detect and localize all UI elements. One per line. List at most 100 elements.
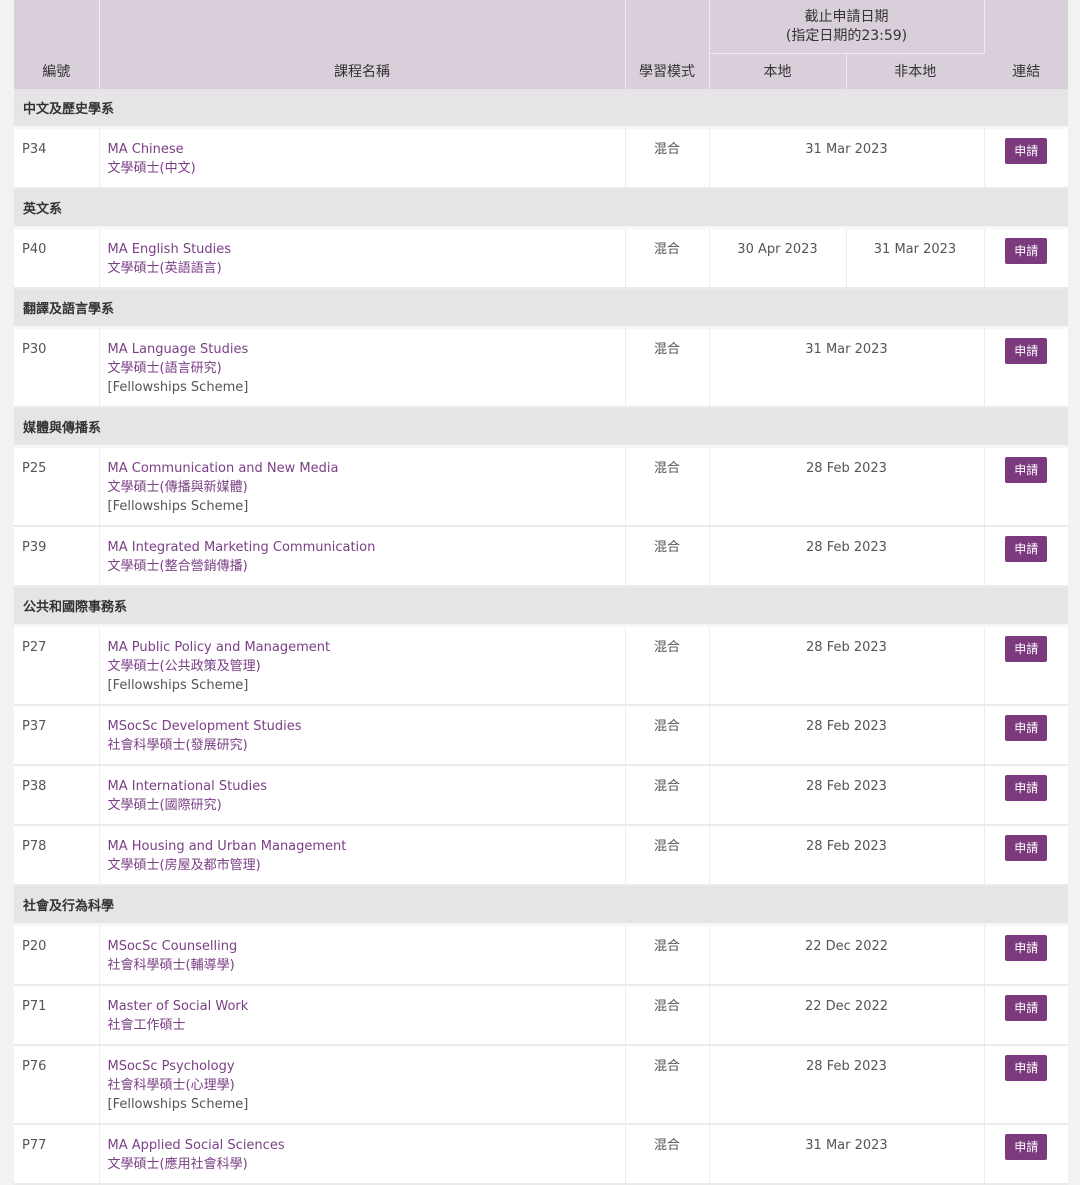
header-deadline-line1: 截止申請日期 bbox=[804, 9, 889, 25]
table-row: P77 MA Applied Social Sciences 文學碩士(應用社會科學… bbox=[14, 1124, 1068, 1185]
link-cell: 申請 bbox=[984, 1124, 1068, 1185]
study-mode: 混合 bbox=[625, 1045, 710, 1125]
apply-button[interactable]: 申請 bbox=[1005, 536, 1048, 562]
apply-button[interactable]: 申請 bbox=[1005, 138, 1048, 164]
department-row: 翻譯及語言學系 bbox=[14, 288, 1068, 329]
course-code: P27 bbox=[14, 625, 100, 706]
course-name-en: MA Housing and Urban Management bbox=[107, 839, 347, 854]
course-name-zh: 文學碩士(應用社會科學) bbox=[107, 1157, 248, 1172]
table-row: P34 MA Chinese 文學碩士(中文) 混合 31 Mar 2023 申請 bbox=[14, 127, 1068, 189]
deadline-date: 28 Feb 2023 bbox=[709, 1045, 985, 1125]
course-note: [Fellowships Scheme] bbox=[107, 499, 249, 514]
apply-button[interactable]: 申請 bbox=[1005, 338, 1048, 364]
apply-button[interactable]: 申請 bbox=[1005, 935, 1048, 961]
table-row: P39 MA Integrated Marketing Communication… bbox=[14, 526, 1068, 587]
course-name-en: MSocSc Counselling bbox=[107, 939, 238, 954]
apply-button[interactable]: 申請 bbox=[1005, 775, 1048, 801]
course-name-en: MA English Studies bbox=[107, 242, 232, 257]
department-name: 英文系 bbox=[14, 188, 1068, 229]
course-name-en: MA International Studies bbox=[107, 779, 268, 794]
department-name: 翻譯及語言學系 bbox=[14, 288, 1068, 329]
course-note: [Fellowships Scheme] bbox=[107, 380, 249, 395]
link-cell: 申請 bbox=[984, 765, 1068, 826]
study-mode: 混合 bbox=[625, 765, 710, 826]
link-cell: 申請 bbox=[984, 924, 1068, 986]
study-mode: 混合 bbox=[625, 227, 710, 289]
course-code: P38 bbox=[14, 765, 100, 826]
table-row: P37 MSocSc Development Studies 社會科學碩士(發展研究… bbox=[14, 705, 1068, 766]
study-mode: 混合 bbox=[625, 127, 710, 189]
apply-button[interactable]: 申請 bbox=[1005, 715, 1048, 741]
course-code: P37 bbox=[14, 705, 100, 766]
course-code: P20 bbox=[14, 924, 100, 986]
course-name-en: MA Integrated Marketing Communication bbox=[107, 540, 376, 555]
course-name-cell: MA Applied Social Sciences 文學碩士(應用社會科學) bbox=[99, 1124, 626, 1185]
deadline-date: 28 Feb 2023 bbox=[709, 825, 985, 886]
table-row: P30 MA Language Studies 文學碩士(語言研究) [Fellows… bbox=[14, 327, 1068, 408]
study-mode: 混合 bbox=[625, 1124, 710, 1185]
department-name: 中文及歷史學系 bbox=[14, 89, 1068, 129]
link-cell: 申請 bbox=[984, 1045, 1068, 1125]
course-code: P40 bbox=[14, 227, 100, 289]
department-name: 媒體與傳播系 bbox=[14, 407, 1068, 448]
course-name-en: MA Chinese bbox=[107, 142, 184, 157]
link-cell: 申請 bbox=[984, 127, 1068, 189]
apply-button[interactable]: 申請 bbox=[1005, 1055, 1048, 1081]
table-header: 編號 課程名稱 學習模式 截止申請日期 (指定日期的23:59) 連結 本地 非… bbox=[14, 0, 1068, 89]
department-row: 媒體與傳播系 bbox=[14, 407, 1068, 448]
course-name-zh: 文學碩士(語言研究) bbox=[107, 361, 222, 376]
deadline-date: 28 Feb 2023 bbox=[709, 526, 985, 587]
apply-button[interactable]: 申請 bbox=[1005, 835, 1048, 861]
course-name-zh: 社會科學碩士(發展研究) bbox=[107, 738, 248, 753]
course-name-zh: 文學碩士(中文) bbox=[107, 161, 196, 176]
study-mode: 混合 bbox=[625, 526, 710, 587]
course-name-en: MA Language Studies bbox=[107, 342, 249, 357]
course-name-zh: 文學碩士(英語語言) bbox=[107, 261, 222, 276]
apply-button[interactable]: 申請 bbox=[1005, 636, 1048, 662]
deadline-local: 30 Apr 2023 bbox=[709, 227, 847, 289]
course-code: P30 bbox=[14, 327, 100, 408]
link-cell: 申請 bbox=[984, 327, 1068, 408]
table-row: P40 MA English Studies 文學碩士(英語語言) 混合 30 Apr … bbox=[14, 227, 1068, 289]
course-name-zh: 文學碩士(房屋及都市管理) bbox=[107, 858, 261, 873]
deadline-date: 28 Feb 2023 bbox=[709, 446, 985, 527]
course-name-zh: 社會科學碩士(輔導學) bbox=[107, 958, 235, 973]
header-deadline-line2: (指定日期的23:59) bbox=[785, 28, 908, 44]
link-cell: 申請 bbox=[984, 227, 1068, 289]
course-name-zh: 文學碩士(傳播與新媒體) bbox=[107, 480, 248, 495]
link-cell: 申請 bbox=[984, 526, 1068, 587]
course-name-zh: 文學碩士(公共政策及管理) bbox=[107, 659, 261, 674]
study-mode: 混合 bbox=[625, 985, 710, 1046]
apply-button[interactable]: 申請 bbox=[1005, 457, 1048, 483]
header-local: 本地 bbox=[709, 53, 847, 89]
table-row: P25 MA Communication and New Media 文學碩士(傳播… bbox=[14, 446, 1068, 527]
study-mode: 混合 bbox=[625, 327, 710, 408]
header-link: 連結 bbox=[984, 0, 1068, 89]
course-name-cell: MA Housing and Urban Management 文學碩士(房屋及都… bbox=[99, 825, 626, 886]
study-mode: 混合 bbox=[625, 446, 710, 527]
course-name-zh: 文學碩士(整合營銷傳播) bbox=[107, 559, 248, 574]
deadline-date: 31 Mar 2023 bbox=[709, 327, 985, 408]
department-row: 英文系 bbox=[14, 188, 1068, 229]
course-name-zh: 社會科學碩士(心理學) bbox=[107, 1078, 235, 1093]
study-mode: 混合 bbox=[625, 625, 710, 706]
table-row: P78 MA Housing and Urban Management 文學碩士(房… bbox=[14, 825, 1068, 886]
deadline-date: 22 Dec 2022 bbox=[709, 924, 985, 986]
apply-button[interactable]: 申請 bbox=[1005, 238, 1048, 264]
department-row: 社會及行為科學 bbox=[14, 885, 1068, 926]
deadline-date: 31 Mar 2023 bbox=[709, 127, 985, 189]
course-name-cell: MA International Studies 文學碩士(國際研究) bbox=[99, 765, 626, 826]
apply-button[interactable]: 申請 bbox=[1005, 1134, 1048, 1160]
table-row: P76 MSocSc Psychology 社會科學碩士(心理學) [Fellowsh… bbox=[14, 1045, 1068, 1125]
table-row: P27 MA Public Policy and Management 文學碩士(公… bbox=[14, 625, 1068, 706]
apply-button[interactable]: 申請 bbox=[1005, 995, 1048, 1021]
deadline-date: 28 Feb 2023 bbox=[709, 705, 985, 766]
header-code: 編號 bbox=[14, 0, 100, 89]
course-note: [Fellowships Scheme] bbox=[107, 1097, 249, 1112]
course-name-cell: MSocSc Counselling 社會科學碩士(輔導學) bbox=[99, 924, 626, 986]
course-name-en: MSocSc Psychology bbox=[107, 1059, 235, 1074]
course-code: P71 bbox=[14, 985, 100, 1046]
course-code: P39 bbox=[14, 526, 100, 587]
course-code: P78 bbox=[14, 825, 100, 886]
course-name-zh: 文學碩士(國際研究) bbox=[107, 798, 222, 813]
